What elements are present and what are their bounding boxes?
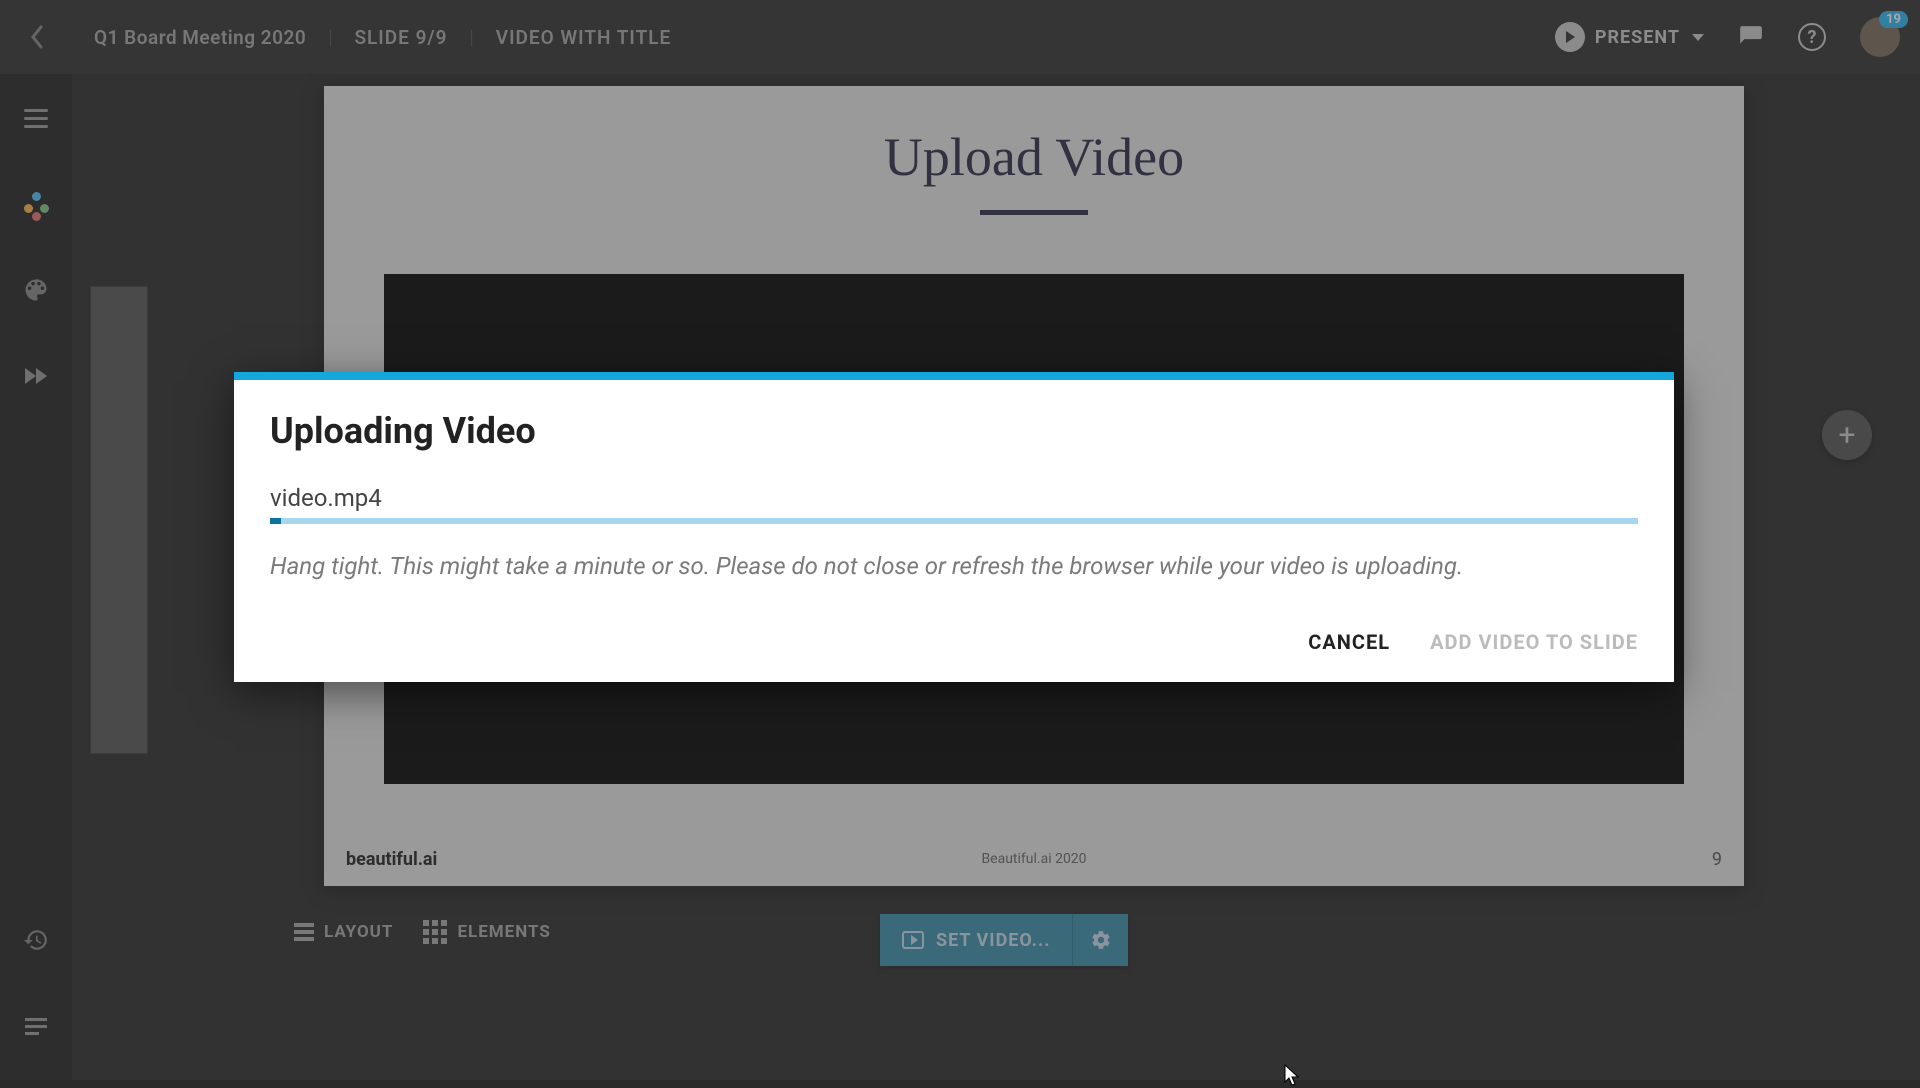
upload-video-modal: Uploading Video video.mp4 Hang tight. Th… <box>234 372 1674 682</box>
upload-filename: video.mp4 <box>270 484 1638 512</box>
cancel-button[interactable]: CANCEL <box>1308 630 1390 654</box>
modal-title: Uploading Video <box>270 410 1638 452</box>
progress-fill <box>270 518 281 524</box>
upload-hint: Hang tight. This might take a minute or … <box>270 550 1638 584</box>
add-video-button: ADD VIDEO TO SLIDE <box>1430 630 1638 654</box>
progress-bar <box>270 518 1638 524</box>
